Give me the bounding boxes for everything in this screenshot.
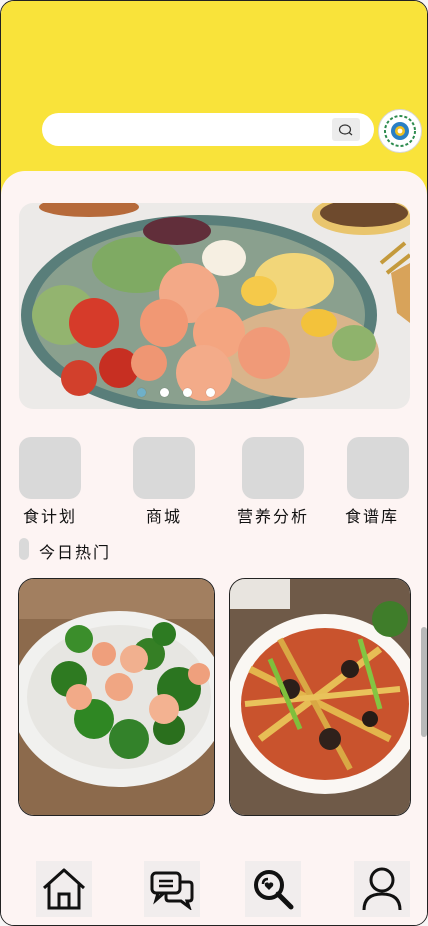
- gear-icon: [384, 115, 416, 147]
- search-icon: [254, 870, 294, 910]
- category-label: 食计划: [22, 507, 77, 526]
- search-button[interactable]: [332, 118, 360, 141]
- banner-pagination[interactable]: [137, 388, 215, 397]
- category-nutrition[interactable]: 营养分析: [237, 437, 307, 526]
- chat-icon: [150, 871, 194, 910]
- banner-carousel[interactable]: [19, 203, 410, 409]
- search-input[interactable]: [42, 113, 374, 146]
- user-icon: [362, 867, 402, 911]
- category-recipes[interactable]: 食谱库: [345, 437, 409, 526]
- recipe-image: [230, 579, 410, 815]
- category-label: 营养分析: [236, 507, 309, 526]
- recipe-card[interactable]: [18, 578, 215, 816]
- nav-profile[interactable]: [354, 861, 410, 917]
- category-tile[interactable]: [19, 437, 81, 499]
- recipe-card[interactable]: [229, 578, 411, 816]
- search-icon: [338, 123, 353, 135]
- category-tile[interactable]: [133, 437, 195, 499]
- pagination-dot[interactable]: [183, 388, 192, 397]
- category-tile[interactable]: [242, 437, 304, 499]
- scrollbar[interactable]: [421, 627, 427, 737]
- section-title: 今日热门: [39, 543, 112, 562]
- category-label: 食谱库: [345, 507, 400, 526]
- category-label: 商城: [145, 507, 182, 526]
- settings-button[interactable]: [378, 109, 422, 153]
- category-meal-plan[interactable]: 食计划: [19, 437, 81, 526]
- home-icon: [42, 868, 86, 910]
- category-mall[interactable]: 商城: [133, 437, 195, 526]
- banner-image: [19, 203, 410, 409]
- recipe-image: [19, 579, 214, 815]
- nav-search[interactable]: [245, 861, 301, 917]
- section-marker: [19, 538, 29, 560]
- app-screen: 食计划 商城 营养分析 食谱库 今日热门: [0, 0, 428, 926]
- pagination-dot[interactable]: [160, 388, 169, 397]
- pagination-dot[interactable]: [137, 388, 146, 397]
- pagination-dot[interactable]: [206, 388, 215, 397]
- nav-messages[interactable]: [144, 861, 200, 917]
- category-tile[interactable]: [347, 437, 409, 499]
- nav-home[interactable]: [36, 861, 92, 917]
